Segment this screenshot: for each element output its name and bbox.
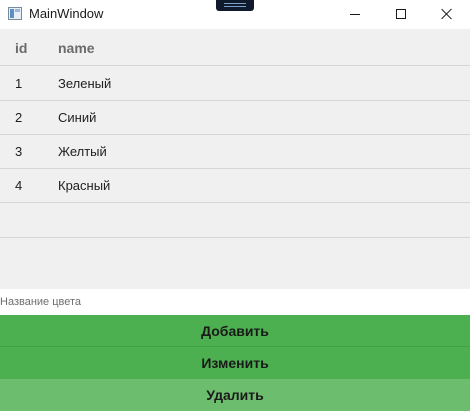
cell-id: 3: [15, 144, 23, 159]
cell-name: Красный: [58, 178, 111, 193]
table-row[interactable]: 3 Желтый: [0, 135, 470, 169]
cell-id: 1: [15, 76, 23, 91]
minimize-button[interactable]: [332, 0, 378, 28]
colors-data-grid[interactable]: id name 1 Зеленый 2 Синий 3 Желтый 4 Кра…: [0, 29, 470, 289]
table-row[interactable]: 4 Красный: [0, 169, 470, 203]
column-header-name[interactable]: name: [58, 40, 95, 56]
cell-name: Желтый: [58, 144, 107, 159]
add-button[interactable]: Добавить: [0, 315, 470, 347]
new-item-row[interactable]: [0, 203, 470, 238]
app-window-icon: [8, 7, 22, 20]
column-header-id[interactable]: id: [15, 40, 27, 56]
window-title: MainWindow: [29, 6, 104, 21]
delete-button[interactable]: Удалить: [0, 379, 470, 411]
maximize-button[interactable]: [378, 0, 424, 28]
close-icon: [441, 8, 453, 20]
grid-header: id name: [0, 29, 470, 66]
maximize-icon: [396, 9, 406, 19]
cell-name: Синий: [58, 110, 97, 125]
table-row[interactable]: 1 Зеленый: [0, 67, 470, 101]
title-bar: MainWindow: [0, 0, 470, 28]
debug-toolbar[interactable]: [216, 0, 254, 11]
cell-id: 4: [15, 178, 23, 193]
edit-button[interactable]: Изменить: [0, 347, 470, 379]
table-row[interactable]: 2 Синий: [0, 101, 470, 135]
cell-id: 2: [15, 110, 23, 125]
color-name-input[interactable]: [0, 290, 470, 314]
cell-name: Зеленый: [58, 76, 112, 91]
minimize-icon: [350, 13, 360, 15]
close-button[interactable]: [424, 0, 470, 28]
